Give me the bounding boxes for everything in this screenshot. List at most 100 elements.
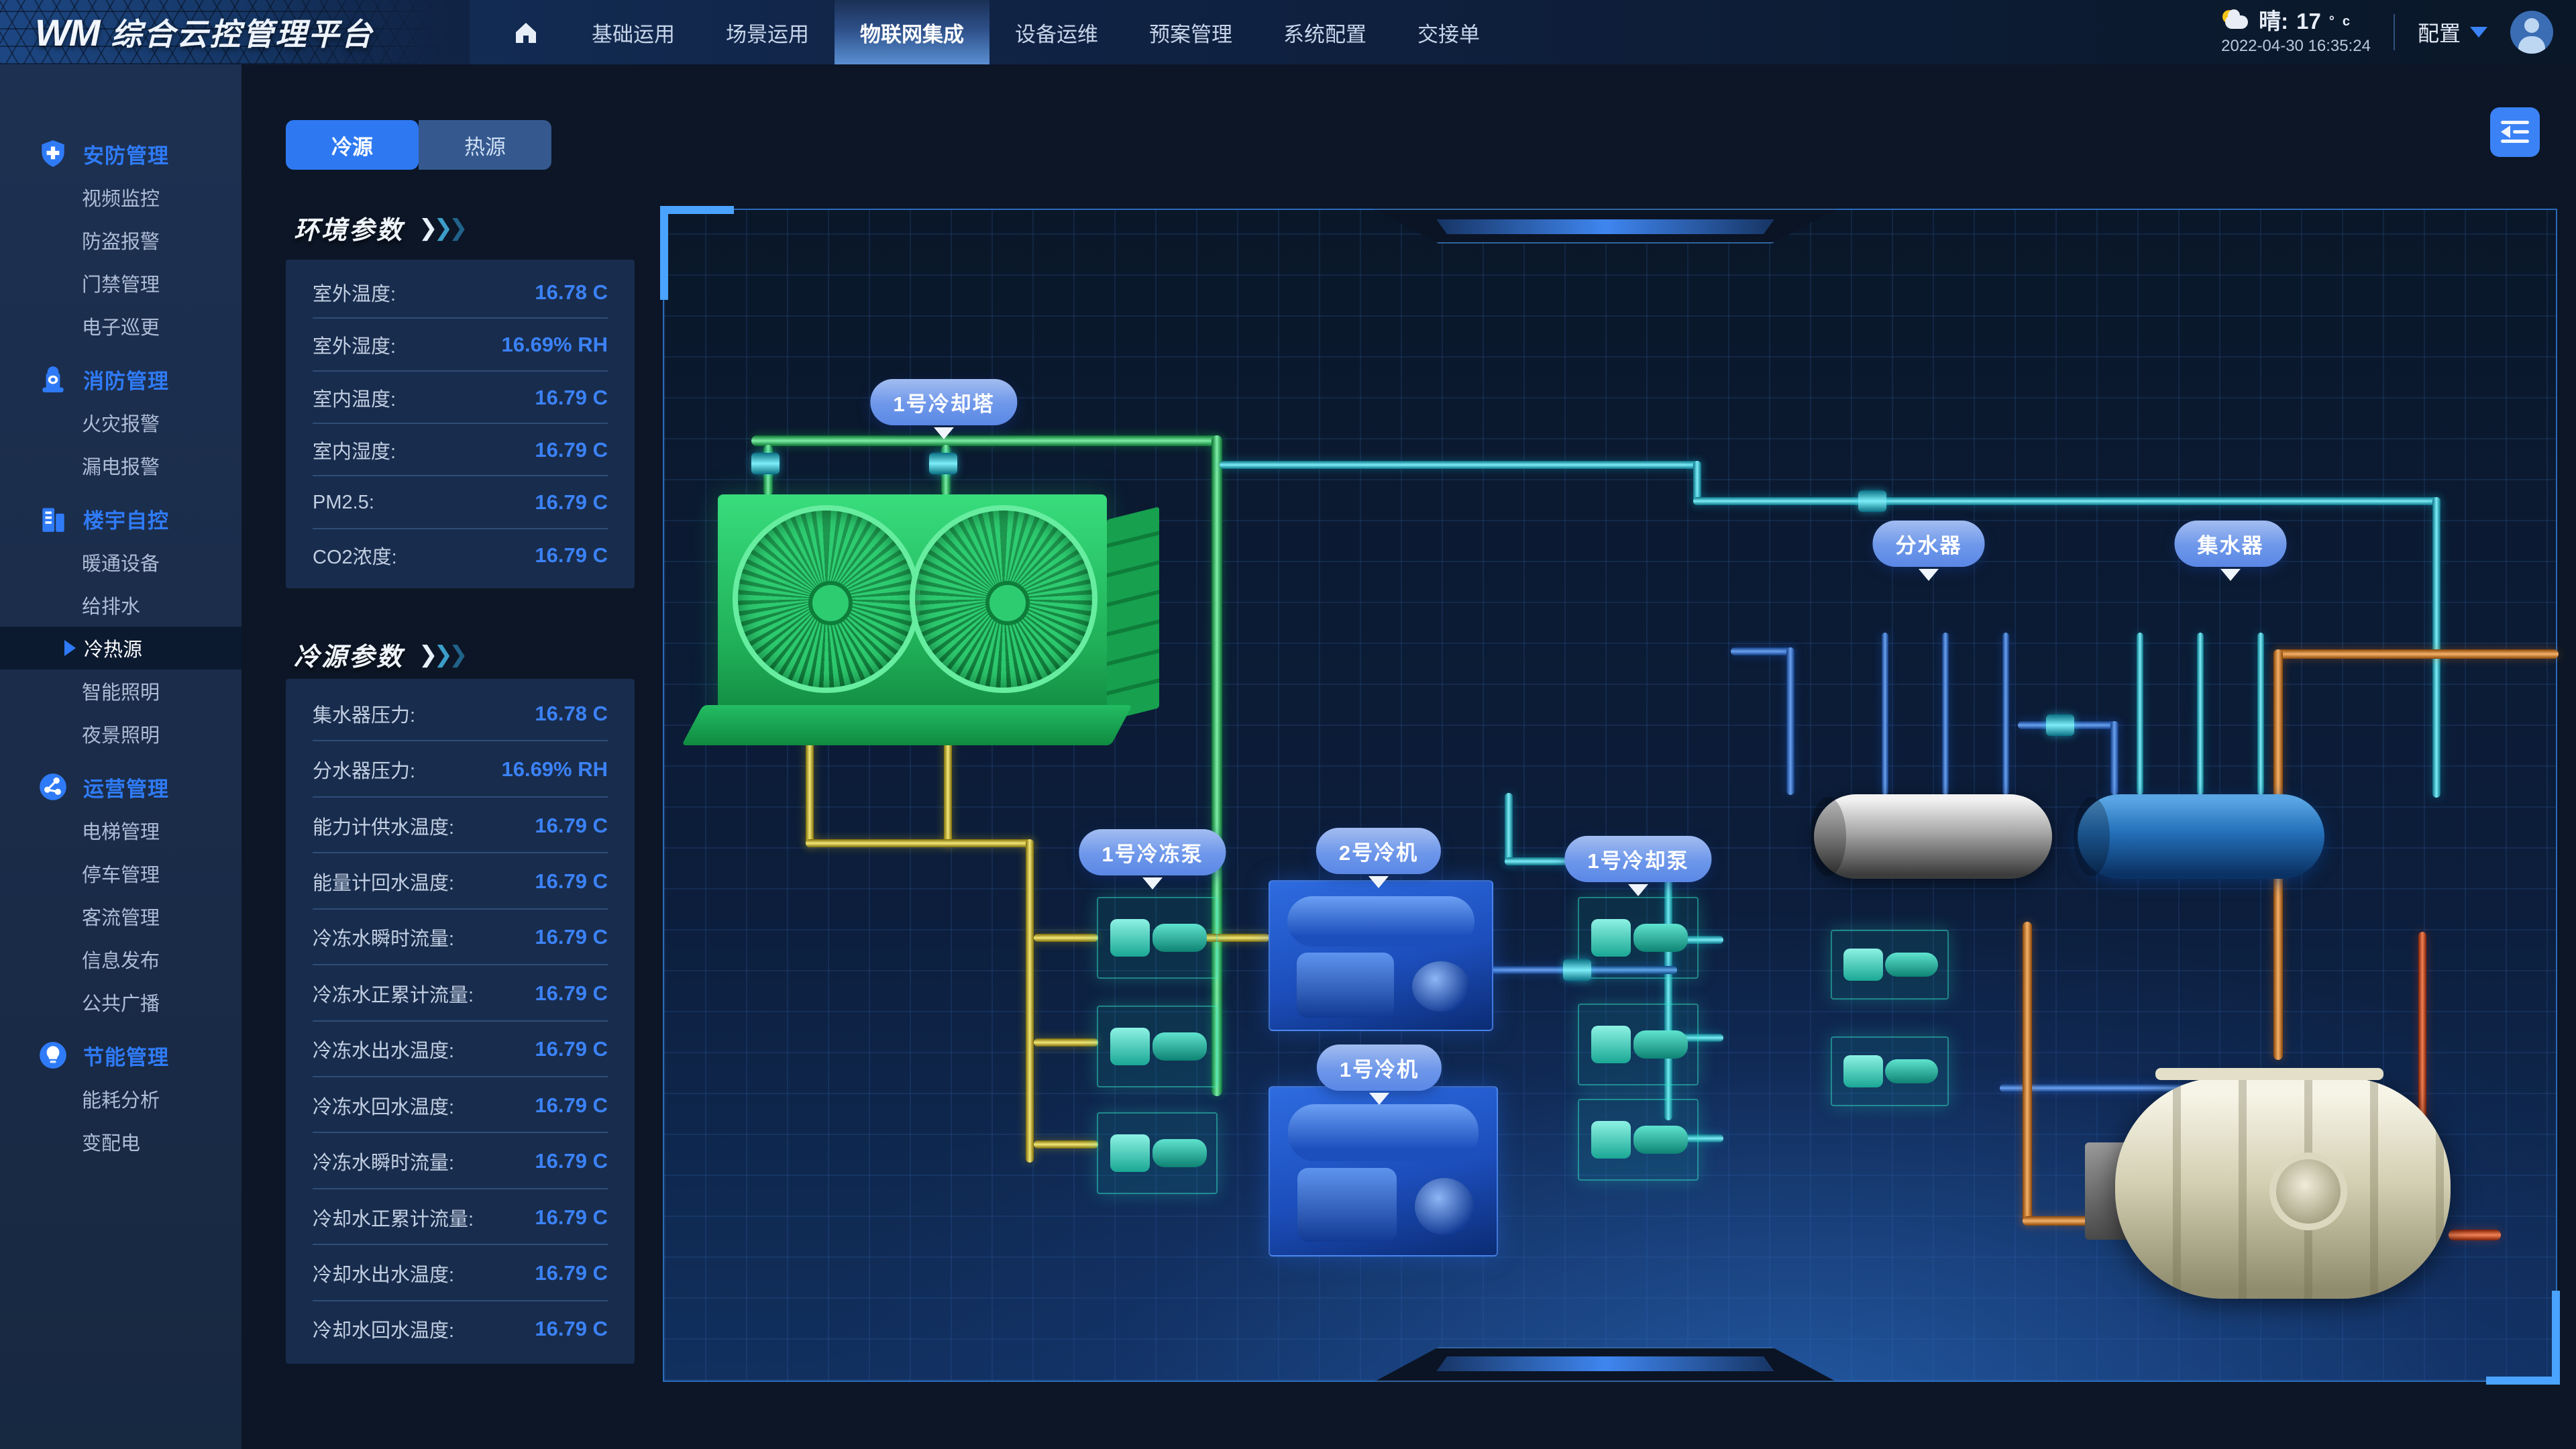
- header-divider: [2394, 14, 2395, 50]
- valve-icon: [929, 453, 957, 474]
- nav-item-label: 场景运用: [726, 17, 809, 48]
- nav-item-场景运用[interactable]: 场景运用: [700, 0, 835, 64]
- cooling-tower[interactable]: [718, 494, 1107, 716]
- sidebar-item-变配电[interactable]: 变配电: [0, 1120, 241, 1163]
- nav-item-交接单[interactable]: 交接单: [1392, 0, 1505, 64]
- sidebar-item-停车管理[interactable]: 停车管理: [0, 852, 241, 895]
- param-value: 16.79 C: [535, 386, 608, 410]
- sidebar-group-label: 楼宇自控: [83, 504, 169, 534]
- sidebar-item-视频监控[interactable]: 视频监控: [0, 176, 241, 219]
- sidebar-item-冷热源[interactable]: 冷热源: [0, 627, 241, 669]
- valve-icon: [1858, 490, 1886, 512]
- param-row: 分水器压力: 16.69% RH: [286, 741, 635, 797]
- nav-item-预案管理[interactable]: 预案管理: [1124, 0, 1258, 64]
- tab-冷源[interactable]: 冷源: [286, 120, 419, 170]
- active-arrow-icon: [64, 640, 76, 656]
- param-label: 冷却水回水温度:: [313, 1315, 454, 1343]
- sidebar-item-label: 给排水: [82, 591, 140, 619]
- bulb-icon: [38, 1040, 68, 1071]
- sidebar-item-公共广播[interactable]: 公共广播: [0, 981, 241, 1024]
- equipment-label-1号冷机[interactable]: 1号冷机: [1317, 1044, 1442, 1091]
- sidebar-item-label: 智能照明: [82, 677, 160, 705]
- source-tabs: 冷源热源: [286, 120, 551, 170]
- chiller-1[interactable]: [1269, 1086, 1498, 1256]
- param-label: 冷却水正累计流量:: [313, 1203, 474, 1232]
- param-label: 室外湿度:: [313, 331, 396, 359]
- param-value: 16.79 C: [535, 1149, 608, 1173]
- collapse-panel-button[interactable]: [2490, 107, 2540, 157]
- sidebar-item-客流管理[interactable]: 客流管理: [0, 895, 241, 938]
- sidebar-item-label: 防盗报警: [82, 226, 160, 254]
- sidebar-item-漏电报警[interactable]: 漏电报警: [0, 444, 241, 487]
- sidebar-item-信息发布[interactable]: 信息发布: [0, 938, 241, 981]
- sidebar-item-label: 夜景照明: [82, 720, 160, 748]
- nav-item-基础运用[interactable]: 基础运用: [566, 0, 700, 64]
- sidebar-item-label: 能耗分析: [82, 1085, 160, 1113]
- nav-item-label: 设备运维: [1015, 17, 1098, 48]
- sidebar-item-智能照明[interactable]: 智能照明: [0, 669, 241, 712]
- sidebar-group-消防管理[interactable]: 消防管理: [0, 357, 241, 401]
- nav-item-物联网集成[interactable]: 物联网集成: [835, 0, 989, 64]
- sidebar-group-节能管理[interactable]: 节能管理: [0, 1033, 241, 1077]
- section-title: 冷源参数: [294, 636, 404, 673]
- param-label: 能量计回水温度:: [313, 867, 454, 896]
- chiller-2[interactable]: [1269, 880, 1493, 1031]
- sidebar-item-火灾报警[interactable]: 火灾报警: [0, 401, 241, 444]
- sidebar-item-暖通设备[interactable]: 暖通设备: [0, 541, 241, 584]
- logo: WM 综合云控管理平台: [0, 0, 470, 64]
- sidebar-item-门禁管理[interactable]: 门禁管理: [0, 262, 241, 305]
- param-value: 16.79 C: [535, 1317, 608, 1341]
- equipment-label-2号冷机[interactable]: 2号冷机: [1316, 828, 1441, 874]
- sidebar-group-运营管理[interactable]: 运营管理: [0, 765, 241, 809]
- param-label: 能力计供水温度:: [313, 812, 454, 840]
- equipment-label-1号冷却泵[interactable]: 1号冷却泵: [1564, 836, 1711, 882]
- nav-item-系统配置[interactable]: 系统配置: [1258, 0, 1392, 64]
- param-row: 冷却水回水温度: 16.79 C: [286, 1301, 635, 1357]
- sidebar-item-label: 冷热源: [84, 634, 142, 662]
- sidebar-group-安防管理[interactable]: 安防管理: [0, 131, 241, 176]
- fan-icon: [910, 505, 1097, 693]
- param-value: 16.79 C: [535, 438, 608, 462]
- parameter-column: 冷源热源 环境参数 ❯❯❯ 室外温度: 16.78 C 室外湿度: 16.69%…: [286, 64, 635, 1449]
- equipment-label-分水器[interactable]: 分水器: [1873, 521, 1985, 567]
- param-row: 室外温度: 16.78 C: [286, 266, 635, 319]
- param-value: 16.79 C: [535, 1205, 608, 1230]
- sidebar-group-label: 安防管理: [83, 139, 169, 169]
- water-divider-tank[interactable]: [1814, 794, 2052, 879]
- sidebar-item-电子巡更[interactable]: 电子巡更: [0, 305, 241, 347]
- weather-temp: 17: [2296, 9, 2321, 34]
- sidebar-item-能耗分析[interactable]: 能耗分析: [0, 1077, 241, 1120]
- equipment-label-1号冷冻泵[interactable]: 1号冷冻泵: [1079, 829, 1226, 875]
- param-value: 16.79 C: [535, 490, 608, 515]
- hvac-diagram-canvas[interactable]: 1号冷却塔分水器 集水器 1号冷冻泵 2号冷机 1号冷却泵 1号冷机: [663, 209, 2557, 1382]
- storage-tank[interactable]: [2115, 1077, 2451, 1299]
- nav-home[interactable]: [486, 0, 566, 64]
- frame-corner-accent: [660, 206, 668, 300]
- equipment-label-集水器[interactable]: 集水器: [2175, 521, 2287, 567]
- nav-item-label: 物联网集成: [860, 17, 964, 48]
- param-value: 16.78 C: [535, 280, 608, 305]
- nav-item-label: 基础运用: [592, 17, 675, 48]
- sidebar-item-电梯管理[interactable]: 电梯管理: [0, 809, 241, 852]
- config-menu[interactable]: 配置: [2418, 17, 2487, 48]
- sidebar-item-防盗报警[interactable]: 防盗报警: [0, 219, 241, 262]
- building-icon: [38, 503, 68, 534]
- header-right: 晴: 17°c 2022-04-30 16:35:24 配置: [2221, 0, 2553, 64]
- section-title: 环境参数: [294, 209, 404, 246]
- datetime: 2022-04-30 16:35:24: [2221, 38, 2371, 55]
- avatar[interactable]: [2510, 11, 2553, 54]
- equipment-label-1号冷却塔[interactable]: 1号冷却塔: [870, 379, 1017, 425]
- weather-degree: °: [2329, 14, 2334, 29]
- sidebar-item-给排水[interactable]: 给排水: [0, 584, 241, 627]
- sidebar-item-label: 停车管理: [82, 859, 160, 888]
- param-label: 集水器压力:: [313, 700, 415, 728]
- sidebar-item-夜景照明[interactable]: 夜景照明: [0, 712, 241, 755]
- water-collector-tank[interactable]: [2078, 794, 2324, 879]
- param-row: 集水器压力: 16.78 C: [286, 686, 635, 741]
- sidebar-group-楼宇自控[interactable]: 楼宇自控: [0, 496, 241, 541]
- tab-热源[interactable]: 热源: [419, 120, 551, 170]
- param-row: 冷却水正累计流量: 16.79 C: [286, 1189, 635, 1245]
- sun-cloud-icon: [2221, 10, 2251, 33]
- sidebar-item-label: 暖通设备: [82, 548, 160, 576]
- nav-item-设备运维[interactable]: 设备运维: [989, 0, 1124, 64]
